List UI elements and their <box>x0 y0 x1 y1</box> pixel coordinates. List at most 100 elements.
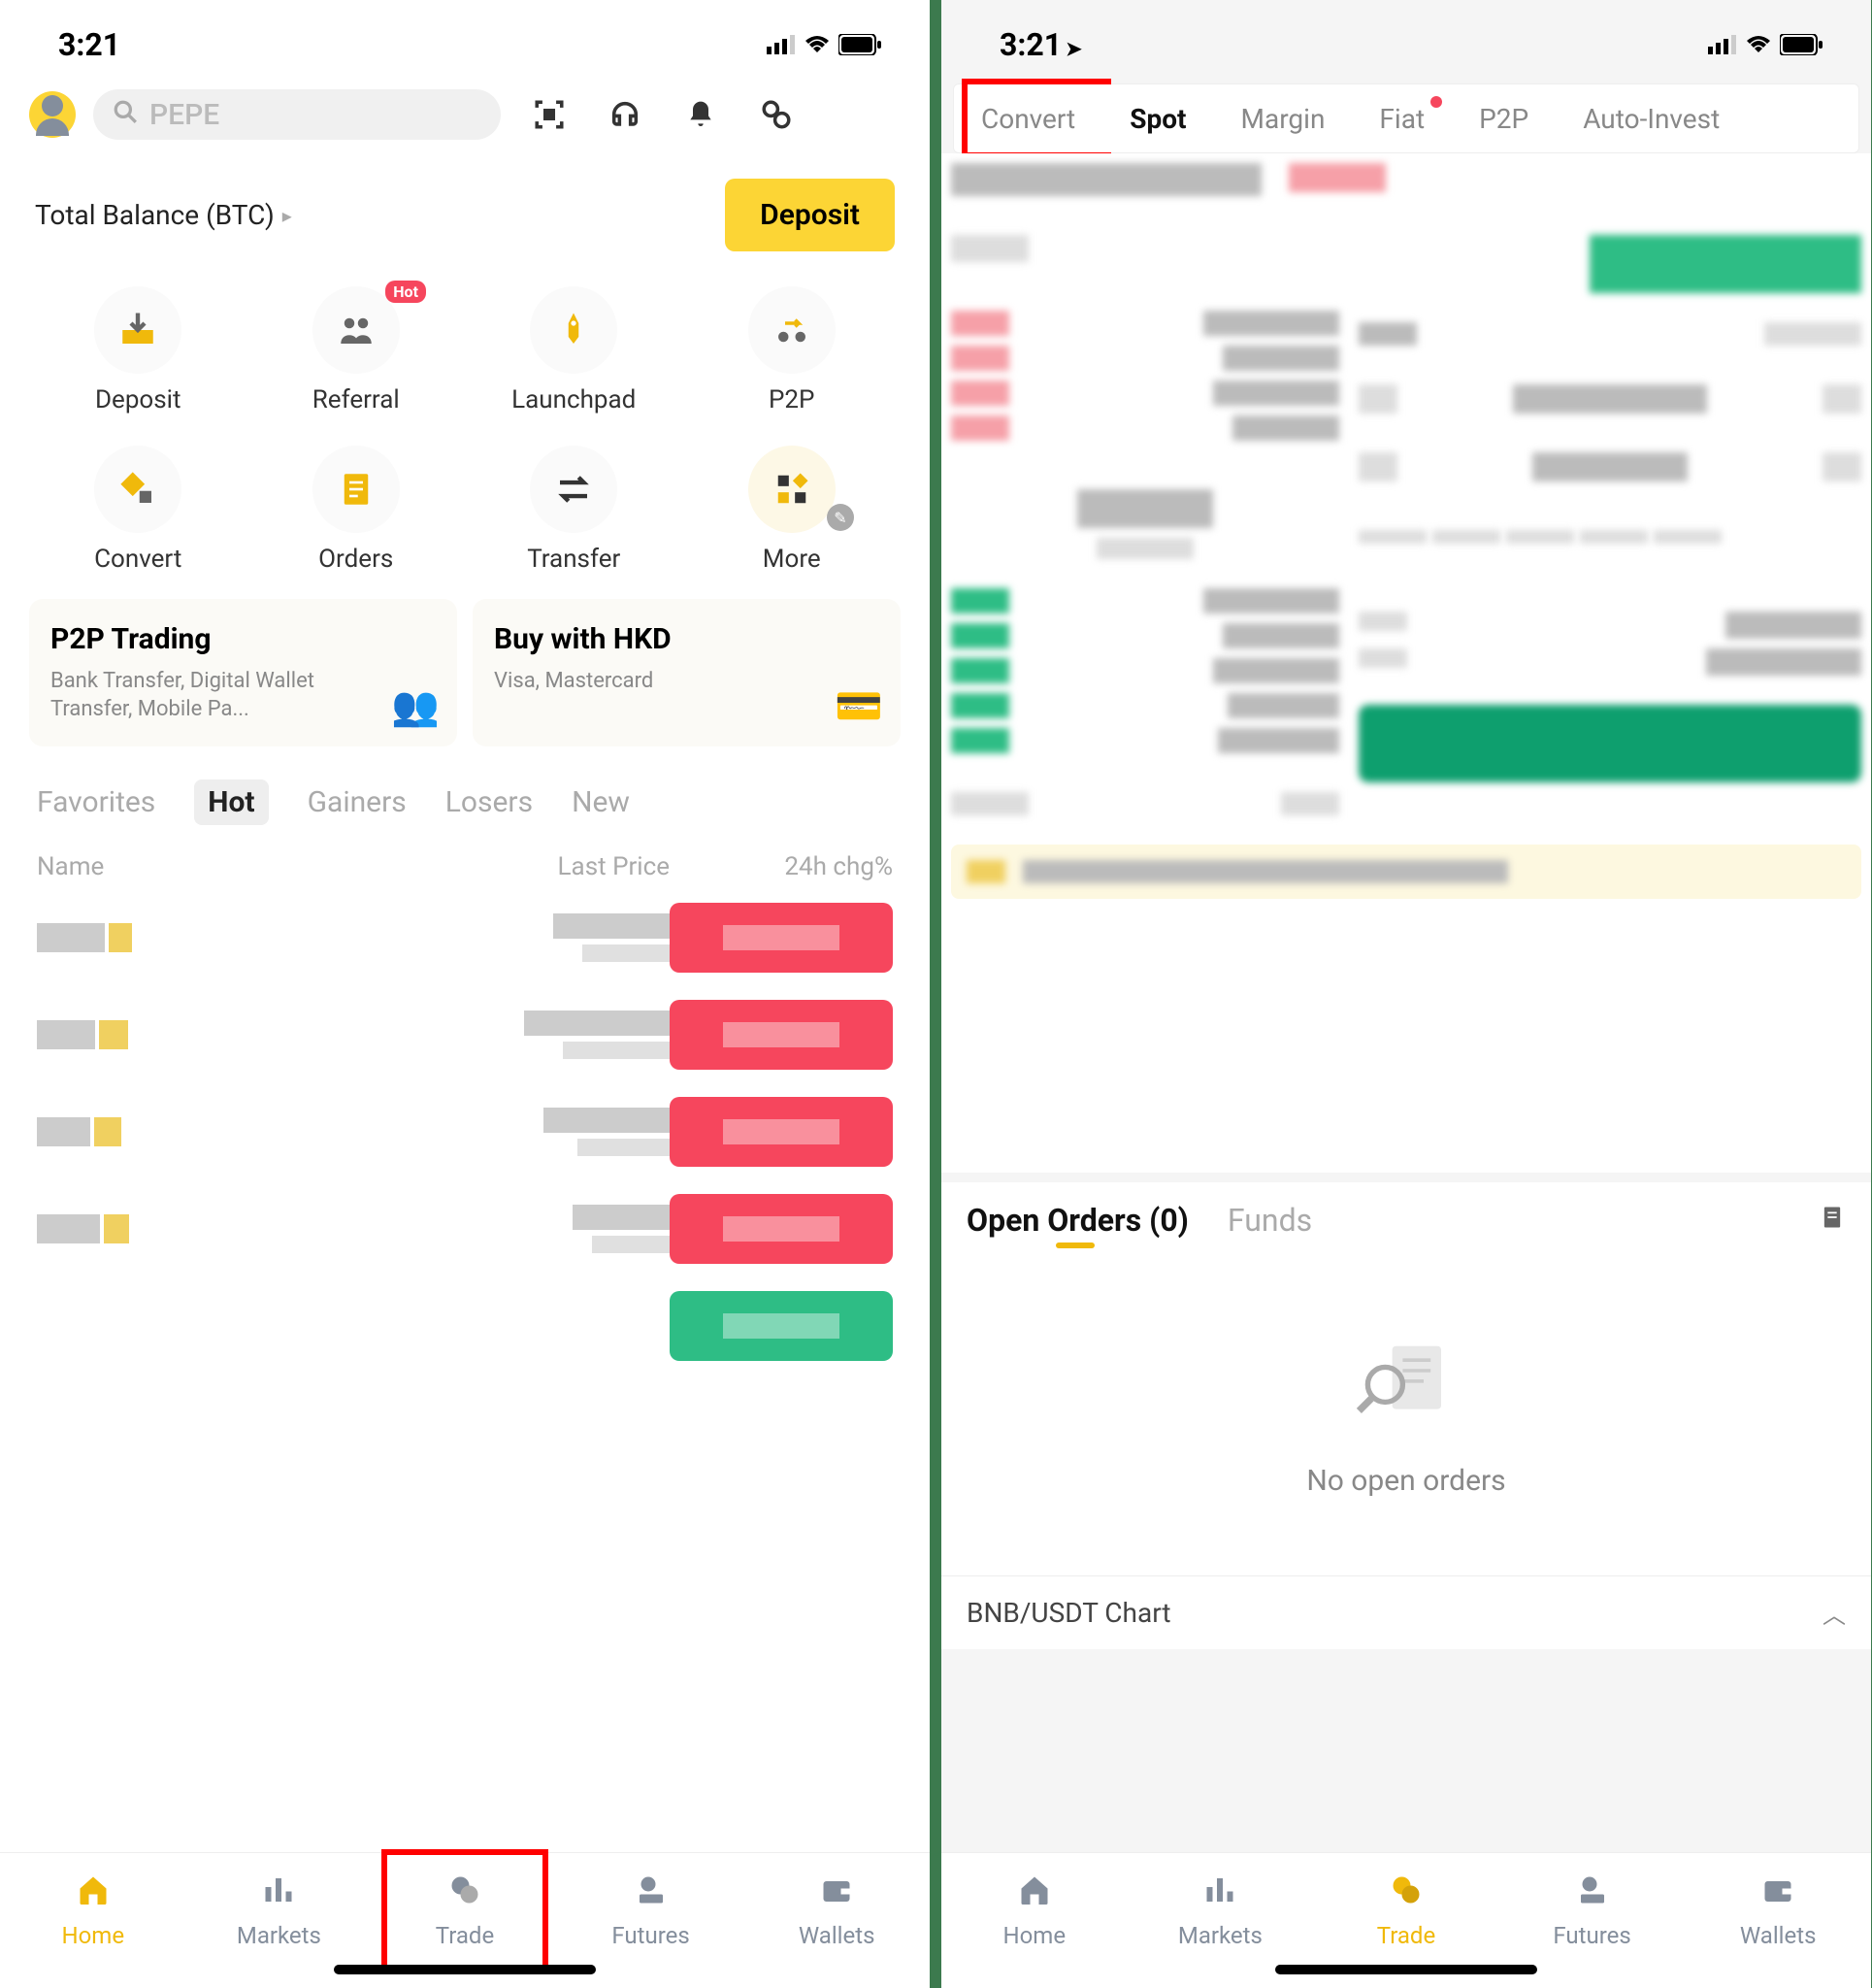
deposit-button[interactable]: Deposit <box>725 179 895 251</box>
headset-icon[interactable] <box>606 95 644 134</box>
document-icon[interactable] <box>1819 1204 1846 1239</box>
scan-icon[interactable] <box>530 95 569 134</box>
phone-right-trade: 3:21➤ Convert Spot Margin Fiat P2P Auto-… <box>941 0 1871 1988</box>
home-icon <box>76 1872 111 1916</box>
transfer-icon <box>530 446 617 533</box>
avatar[interactable] <box>29 91 76 138</box>
market-row[interactable] <box>0 986 930 1083</box>
status-bar: 3:21➤ <box>941 0 1871 78</box>
chart-bar[interactable]: BNB/USDT Chart ︿ <box>941 1575 1871 1649</box>
futures-icon <box>1575 1872 1610 1916</box>
no-orders-empty-state: No open orders <box>967 1239 1846 1556</box>
nav-wallets[interactable]: Wallets <box>1685 1853 1871 1969</box>
orders-section: Open Orders (0) Funds No open orders <box>941 1182 1871 1575</box>
status-time: 3:21 <box>58 26 120 63</box>
search-icon <box>113 99 138 131</box>
tab-favorites[interactable]: Favorites <box>37 785 155 819</box>
signal-icon <box>767 35 796 54</box>
chevron-right-icon: ▸ <box>282 204 292 227</box>
nav-trade[interactable]: Trade <box>372 1853 558 1969</box>
bottom-nav: Home Markets Trade Futures Wallets <box>0 1852 930 1988</box>
action-p2p[interactable]: P2P <box>683 286 902 414</box>
home-icon <box>1017 1872 1052 1916</box>
quick-actions-grid: Deposit Hot Referral Launchpad P2P Conve… <box>0 269 930 591</box>
hot-badge: Hot <box>385 281 426 303</box>
action-more[interactable]: ✎ More <box>683 446 902 574</box>
nav-markets[interactable]: Markets <box>186 1853 373 1969</box>
action-launchpad[interactable]: Launchpad <box>465 286 683 414</box>
search-placeholder: PEPE <box>149 98 219 132</box>
market-row[interactable] <box>0 1180 930 1277</box>
nav-home[interactable]: Home <box>941 1853 1128 1969</box>
launchpad-icon <box>530 286 617 374</box>
wallets-icon <box>1760 1872 1795 1916</box>
tab-autoinvest[interactable]: Auto-Invest <box>1556 84 1747 152</box>
tab-spot[interactable]: Spot <box>1102 84 1213 152</box>
location-icon: ➤ <box>1066 37 1082 60</box>
futures-icon <box>634 1872 669 1916</box>
bell-icon[interactable] <box>681 95 720 134</box>
tab-funds[interactable]: Funds <box>1228 1202 1312 1239</box>
markets-icon <box>1202 1872 1237 1916</box>
home-indicator <box>1275 1965 1537 1974</box>
home-indicator <box>334 1965 596 1974</box>
top-bar: PEPE <box>0 78 930 151</box>
trade-type-tabs: Convert Spot Margin Fiat P2P Auto-Invest <box>953 83 1859 153</box>
market-row[interactable] <box>0 1083 930 1180</box>
p2p-icon <box>748 286 836 374</box>
deposit-icon <box>94 286 181 374</box>
wallets-icon <box>819 1872 854 1916</box>
highlight-trade <box>381 1849 548 1973</box>
nav-trade[interactable]: Trade <box>1313 1853 1499 1969</box>
wifi-icon <box>1745 35 1772 54</box>
wifi-icon <box>804 35 831 54</box>
trading-panel-blurred <box>941 153 1871 1173</box>
action-referral[interactable]: Hot Referral <box>247 286 466 414</box>
tab-gainers[interactable]: Gainers <box>308 785 407 819</box>
tab-open-orders[interactable]: Open Orders (0) <box>967 1202 1189 1239</box>
convert-icon <box>94 446 181 533</box>
nav-markets[interactable]: Markets <box>1128 1853 1314 1969</box>
card-payment-icon: 💳 <box>835 683 883 729</box>
nav-home[interactable]: Home <box>0 1853 186 1969</box>
nav-futures[interactable]: Futures <box>1499 1853 1686 1969</box>
orders-icon <box>312 446 400 533</box>
nav-futures[interactable]: Futures <box>558 1853 744 1969</box>
tab-new[interactable]: New <box>572 785 630 819</box>
trade-icon <box>1389 1872 1424 1916</box>
currency-icon[interactable] <box>757 95 796 134</box>
search-doc-icon <box>1353 1336 1460 1444</box>
edit-icon: ✎ <box>827 504 854 531</box>
markets-icon <box>261 1872 296 1916</box>
promo-cards: P2P Trading Bank Transfer, Digital Walle… <box>0 591 930 768</box>
market-row[interactable] <box>0 889 930 986</box>
search-input[interactable]: PEPE <box>93 89 501 140</box>
action-deposit[interactable]: Deposit <box>29 286 247 414</box>
action-convert[interactable]: Convert <box>29 446 247 574</box>
tab-fiat[interactable]: Fiat <box>1352 84 1452 152</box>
p2p-card-icon: 👥 <box>391 683 440 729</box>
balance-row: Total Balance (BTC) ▸ Deposit <box>0 151 930 269</box>
tab-margin[interactable]: Margin <box>1214 84 1353 152</box>
card-p2p-trading[interactable]: P2P Trading Bank Transfer, Digital Walle… <box>29 599 457 746</box>
market-tabs: Favorites Hot Gainers Losers New <box>0 768 930 837</box>
status-time: 3:21➤ <box>1000 26 1082 63</box>
tab-p2p[interactable]: P2P <box>1452 84 1556 152</box>
action-transfer[interactable]: Transfer <box>465 446 683 574</box>
tab-losers[interactable]: Losers <box>445 785 533 819</box>
more-icon <box>748 446 836 533</box>
market-row[interactable] <box>0 1277 930 1375</box>
signal-icon <box>1708 35 1737 54</box>
status-icons <box>767 34 881 55</box>
card-buy-hkd[interactable]: Buy with HKD Visa, Mastercard 💳 <box>473 599 901 746</box>
tab-convert[interactable]: Convert <box>954 84 1102 152</box>
market-header: Name Last Price 24h chg% <box>0 837 930 889</box>
status-icons <box>1708 34 1823 55</box>
notification-dot <box>1430 96 1442 108</box>
battery-icon <box>1780 34 1823 55</box>
nav-wallets[interactable]: Wallets <box>743 1853 930 1969</box>
tab-hot[interactable]: Hot <box>194 779 268 825</box>
balance-label[interactable]: Total Balance (BTC) ▸ <box>35 199 292 231</box>
battery-icon <box>838 34 881 55</box>
action-orders[interactable]: Orders <box>247 446 466 574</box>
